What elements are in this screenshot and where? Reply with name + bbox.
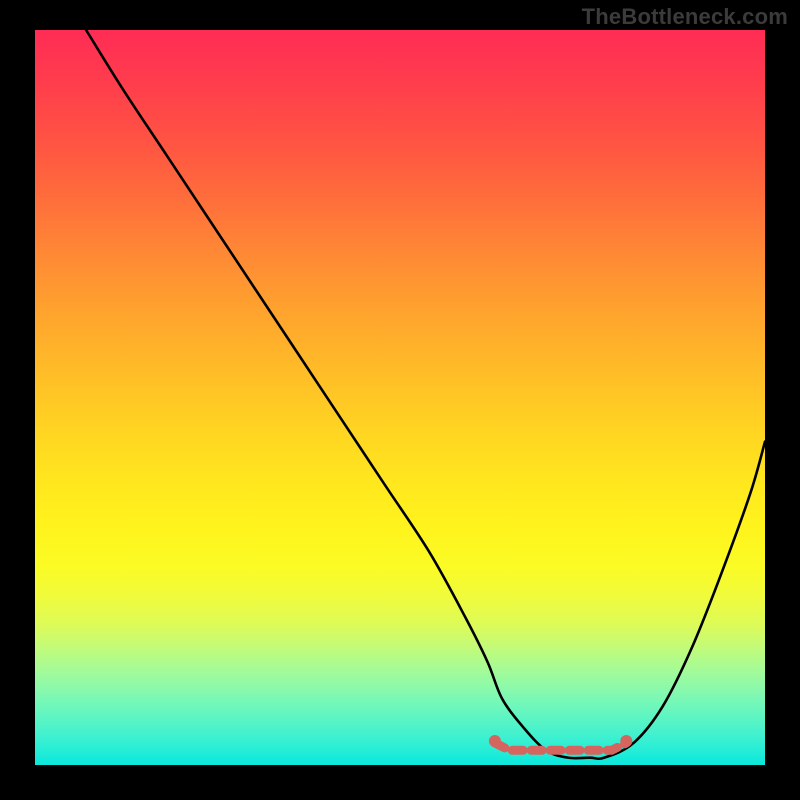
chart-frame: TheBottleneck.com [0, 0, 800, 800]
watermark-text: TheBottleneck.com [582, 4, 788, 30]
curve-layer [35, 30, 765, 765]
plot-area [35, 30, 765, 765]
bottleneck-curve [86, 30, 765, 759]
optimal-band-marker [489, 735, 632, 750]
